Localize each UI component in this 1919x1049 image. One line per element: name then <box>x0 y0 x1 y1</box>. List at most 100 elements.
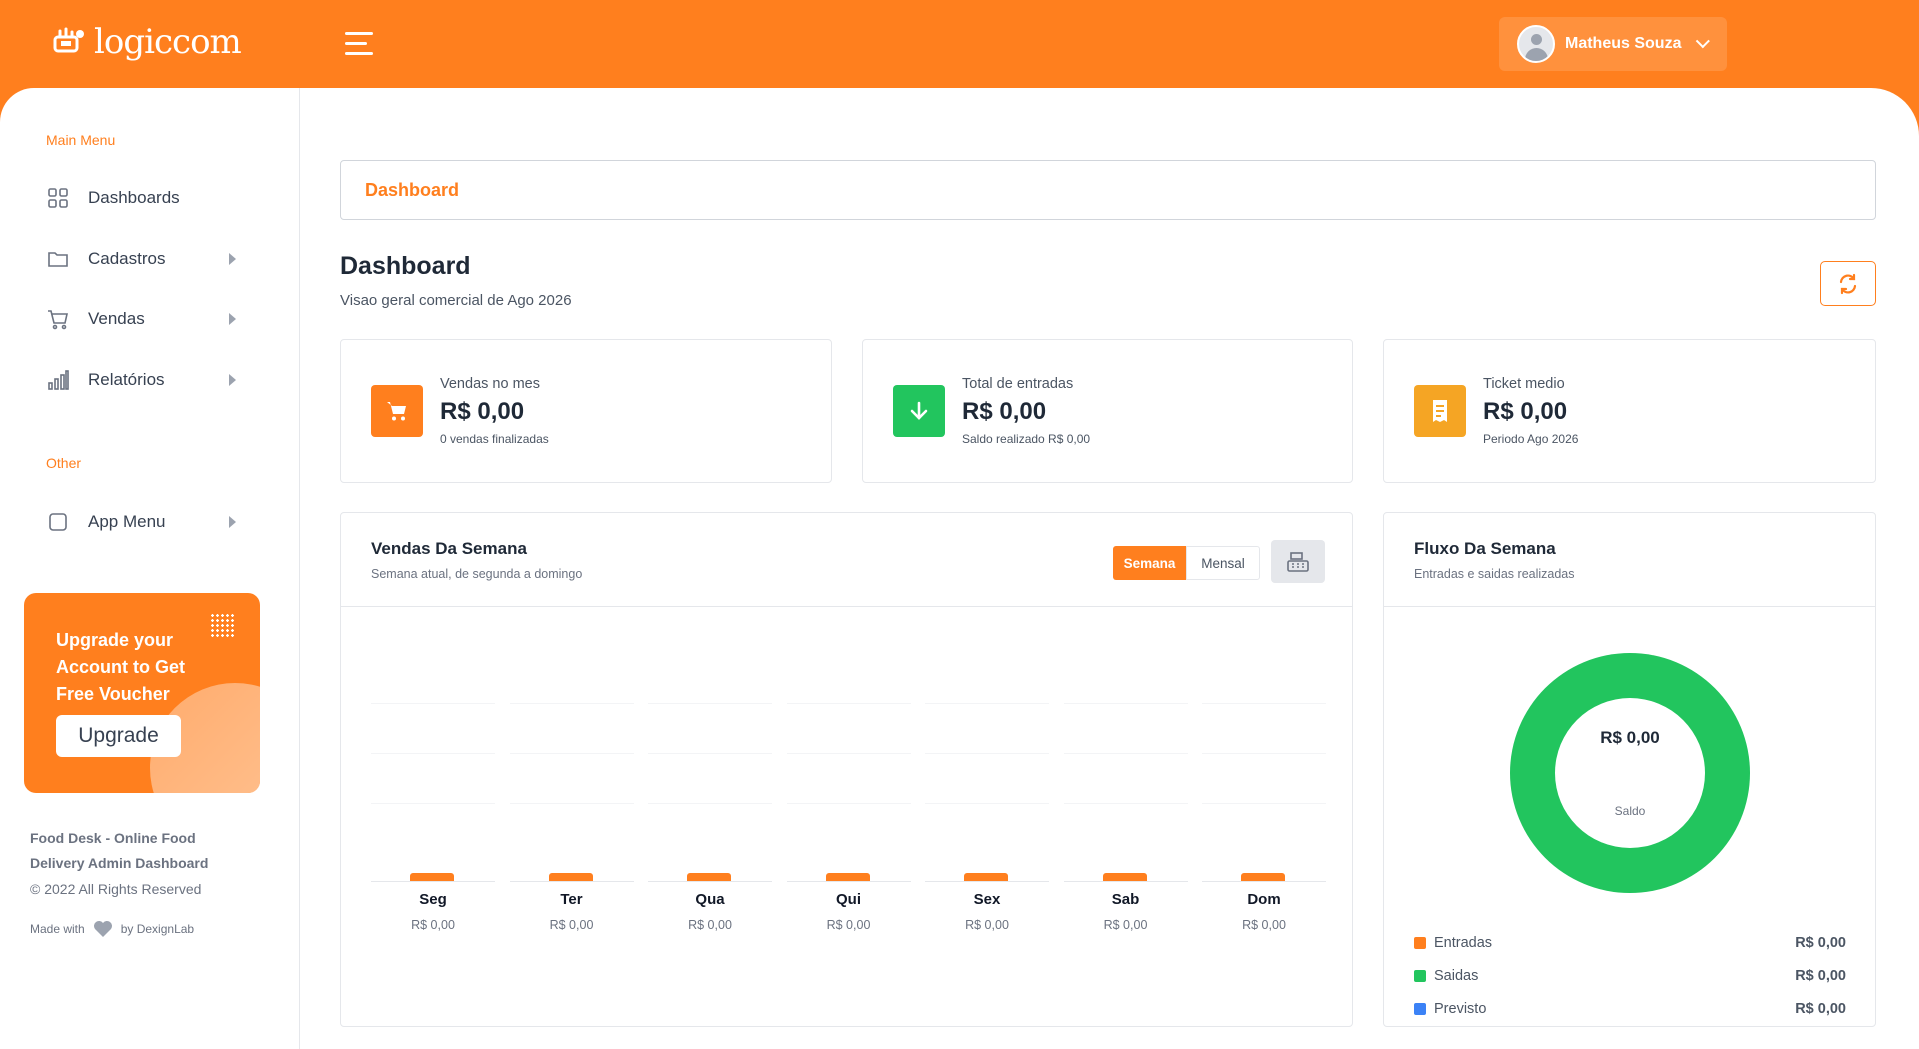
refresh-icon <box>1839 273 1857 294</box>
bar[interactable] <box>964 873 1008 881</box>
bar[interactable] <box>825 873 870 881</box>
bar[interactable] <box>548 873 593 881</box>
caret-right-icon <box>229 374 236 386</box>
grid-line <box>371 803 495 804</box>
legend-item-entradas[interactable]: Entradas R$ 0,00 <box>1414 933 1846 953</box>
sidebar: Main Menu Dashboards Cadastros Vendas Re… <box>0 88 300 1049</box>
grid-line <box>1063 803 1188 804</box>
bar-baseline <box>786 881 911 882</box>
day-value: R$ 0,00 <box>411 918 455 932</box>
legend-swatch <box>1414 970 1426 982</box>
avatar-head <box>1531 34 1542 45</box>
day-value: R$ 0,00 <box>1242 918 1286 932</box>
legend-value: R$ 0,00 <box>1795 1001 1846 1017</box>
grid-line <box>925 703 1049 704</box>
legend-label: Previsto <box>1434 1001 1487 1017</box>
stat-note: 0 vendas finalizadas <box>440 432 549 446</box>
weekly-sales-card: Vendas Da Semana Semana atual, de segund… <box>340 512 1353 1027</box>
caret-right-icon <box>229 253 236 265</box>
toggle-week-button[interactable]: Semana <box>1113 546 1186 580</box>
grid-line <box>509 703 634 704</box>
sidebar-item-vendas[interactable]: Vendas <box>46 299 246 339</box>
grid-line <box>925 753 1049 754</box>
chart-subtitle: Semana atual, de segunda a domingo <box>371 567 583 581</box>
hamburger-bar <box>345 52 373 55</box>
grid-line <box>371 703 495 704</box>
day-value: R$ 0,00 <box>1103 918 1148 932</box>
chart-title: Fluxo Da Semana <box>1414 539 1556 558</box>
sidebar-item-cadastros[interactable]: Cadastros <box>46 239 246 279</box>
stat-card-sales: Vendas no mes R$ 0,00 0 vendas finalizad… <box>340 339 832 483</box>
square-icon <box>46 510 70 534</box>
hamburger-bar <box>345 32 373 35</box>
cart-icon <box>371 385 423 437</box>
footer-line-1: Food Desk - Online Food <box>30 830 196 846</box>
day-label: Qui <box>836 891 861 908</box>
legend-item-previsto[interactable]: Previsto R$ 0,00 <box>1414 999 1846 1019</box>
day-value: R$ 0,00 <box>688 918 732 932</box>
legend-label: Saidas <box>1434 968 1479 984</box>
sidebar-section-main: Main Menu <box>46 132 116 148</box>
breadcrumb: Dashboard <box>340 160 1876 220</box>
legend-swatch <box>1414 1003 1426 1015</box>
stat-card-income: Total de entradas R$ 0,00 Saldo realizad… <box>862 339 1353 483</box>
made-with-text: Made with <box>30 922 85 936</box>
bar-baseline <box>648 881 772 882</box>
bar[interactable] <box>1241 873 1285 881</box>
legend-value: R$ 0,00 <box>1795 935 1846 951</box>
cash-register-icon <box>1287 551 1309 572</box>
heart-icon <box>93 921 112 937</box>
user-name: Matheus Souza <box>1565 35 1682 52</box>
menu-toggle-button[interactable] <box>345 32 373 56</box>
footer-copyright: © 2022 All Rights Reserved <box>30 881 202 897</box>
donut-hole <box>1555 698 1705 848</box>
grid-line <box>1063 703 1188 704</box>
sidebar-item-app-menu[interactable]: App Menu <box>46 502 246 542</box>
sidebar-item-label: Relatórios <box>88 370 165 389</box>
grid-icon <box>46 186 70 210</box>
refresh-button[interactable] <box>1820 261 1876 306</box>
footer-line-2: Delivery Admin Dashboard <box>30 855 209 871</box>
user-menu-button[interactable]: Matheus Souza <box>1499 17 1727 71</box>
chart-divider <box>1384 606 1875 607</box>
upgrade-button[interactable]: Upgrade <box>56 715 181 757</box>
grid-line <box>509 803 634 804</box>
sidebar-item-label: App Menu <box>88 512 166 531</box>
upgrade-promo-card: Upgrade your Account to Get Free Voucher… <box>24 593 260 793</box>
grid-line <box>786 803 911 804</box>
chart-title: Vendas Da Semana <box>371 539 527 558</box>
breadcrumb-current[interactable]: Dashboard <box>365 180 459 201</box>
hamburger-bar <box>345 42 367 45</box>
stat-value: R$ 0,00 <box>440 398 525 425</box>
caret-right-icon <box>229 313 236 325</box>
grid-line <box>648 703 772 704</box>
stat-note: Periodo Ago 2026 <box>1483 432 1579 446</box>
chart-divider <box>341 606 1352 607</box>
bar-baseline <box>925 881 1049 882</box>
logo[interactable]: logiccom <box>52 22 242 62</box>
cart-icon <box>46 307 70 331</box>
logo-text: logiccom <box>94 22 242 62</box>
toggle-month-button[interactable]: Mensal <box>1186 546 1260 580</box>
bar[interactable] <box>410 873 454 881</box>
chevron-down-icon <box>1696 34 1711 49</box>
stat-label: Total de entradas <box>962 376 1074 392</box>
calculator-button[interactable] <box>1271 540 1325 583</box>
bar[interactable] <box>1102 873 1147 881</box>
grid-line <box>1202 803 1326 804</box>
donut-center-value: R$ 0,00 <box>1600 728 1660 747</box>
bar-chart-icon <box>46 368 70 392</box>
credit-author: by DexignLab <box>120 922 195 936</box>
avatar <box>1517 25 1555 63</box>
sidebar-item-label: Dashboards <box>88 188 180 207</box>
sidebar-item-relatorios[interactable]: Relatórios <box>46 360 246 400</box>
legend-item-saidas[interactable]: Saidas R$ 0,00 <box>1414 966 1846 986</box>
bar-baseline <box>371 881 495 882</box>
bar[interactable] <box>687 873 731 881</box>
grid-line <box>648 753 772 754</box>
grid-line <box>371 753 495 754</box>
weekly-flow-card: Fluxo Da Semana Entradas e saidas realiz… <box>1383 512 1876 1027</box>
day-value: R$ 0,00 <box>826 918 871 932</box>
sidebar-item-dashboards[interactable]: Dashboards <box>46 178 246 218</box>
flow-donut: R$ 0,00 Saldo <box>1510 653 1750 893</box>
